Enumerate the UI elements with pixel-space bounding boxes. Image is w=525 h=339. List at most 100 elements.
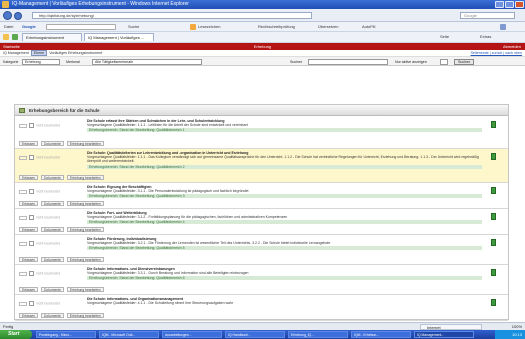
table-row: nicht bearbeitet Die Schule: Qualitätskri… [15, 149, 508, 183]
suchen-button[interactable]: Suchen [454, 59, 475, 65]
row-checkbox[interactable] [29, 215, 34, 220]
row-actions: Erfassen Dokumente Erhebung bearbeiten [19, 175, 107, 180]
kategorie-select[interactable]: Erhebung [22, 59, 60, 65]
document-icon[interactable] [491, 269, 496, 276]
table-row: nicht bearbeitet Die Schule: Förderung, I… [15, 235, 508, 265]
suchen-label: Suchen [290, 60, 303, 64]
tab-erhebungsinstrument[interactable]: Erhebungsinstrument [22, 33, 82, 41]
row-text: Vorgeschlagene Qualitätsfelder: 1.1.1 - … [87, 155, 479, 164]
erfassen-button[interactable]: Erfassen [19, 141, 39, 146]
bearbeiten-button[interactable]: Erhebung bearbeiten [66, 287, 104, 292]
panel-icon [19, 108, 25, 113]
dokumente-button[interactable]: Dokumente [41, 257, 64, 262]
row-checkbox[interactable] [29, 241, 34, 246]
panel-title: Erhebungsbereich für die Schule [29, 108, 100, 113]
taskbar-item[interactable]: IQ Management... [414, 331, 474, 338]
zoom-level[interactable]: 100% [512, 323, 522, 330]
taskbar-item[interactable]: Posteingang - Micro... [36, 331, 96, 338]
settings-icon[interactable] [500, 24, 506, 30]
row-progress-bar: Erhebungsbereich: Stand der Bearbeitung:… [87, 276, 482, 281]
favorites-star-icon[interactable] [3, 34, 9, 40]
bearbeiten-button[interactable]: Erhebung bearbeiten [66, 227, 104, 232]
start-button[interactable]: Start [0, 330, 32, 339]
search-input[interactable]: Google [460, 12, 515, 19]
toolbar-search-field[interactable] [46, 24, 116, 30]
row-checkbox[interactable] [29, 123, 34, 128]
kategorie-label: Kategorie [3, 60, 19, 64]
taskbar-item[interactable]: Ausarbeitungen... [162, 331, 222, 338]
row-actions: Erfassen Dokumente Erhebung bearbeiten [19, 201, 107, 206]
tab-iq-management[interactable]: IQ Management | Vorläufiges ... [84, 33, 154, 41]
dokumente-button[interactable]: Dokumente [41, 201, 64, 206]
status-indicator [19, 215, 27, 220]
merkmal-select[interactable]: Alle Tätigkeitsmerkmale [92, 59, 202, 65]
close-button[interactable] [515, 1, 524, 8]
status-label: nicht bearbeitet [36, 189, 60, 194]
erfassen-button[interactable]: Erfassen [19, 313, 39, 318]
erfassen-button[interactable]: Erfassen [19, 175, 39, 180]
bearbeiten-button[interactable]: Erhebung bearbeiten [66, 313, 104, 318]
toolbar-uebersetzen[interactable]: Übersetzen [318, 24, 338, 30]
bearbeiten-button[interactable]: Erhebung bearbeiten [66, 201, 104, 206]
system-tray: 10:13 [495, 330, 525, 339]
toolbar-seite[interactable]: Seite [440, 34, 449, 40]
taskbar-item[interactable]: IQ Handbuch... [225, 331, 285, 338]
back-button[interactable] [3, 11, 12, 20]
dokumente-button[interactable]: Dokumente [41, 313, 64, 318]
row-actions: Erfassen Dokumente Erhebung bearbeiten [19, 287, 107, 292]
document-icon[interactable] [491, 299, 496, 306]
suchen-input[interactable] [308, 59, 388, 65]
taskbar-item[interactable]: Erhebung_IQ... [288, 331, 348, 338]
row-progress-bar: Erhebungsbereich: Stand der Bearbeitung:… [87, 246, 482, 251]
breadcrumb-root[interactable]: IQ Management [3, 51, 29, 55]
row-description: Die Schule: Informations- und Organisati… [87, 297, 482, 305]
document-icon[interactable] [491, 187, 496, 194]
toolbar-google[interactable]: Google [22, 24, 36, 30]
status-indicator [19, 241, 27, 246]
dokumente-button[interactable]: Dokumente [41, 141, 64, 146]
minimize-button[interactable] [495, 1, 504, 8]
table-row: nicht bearbeitet Die Schule: Eignung der … [15, 183, 508, 209]
toolbar-extras[interactable]: Extras [480, 34, 491, 40]
nur-aktive-checkbox[interactable] [440, 59, 448, 65]
document-icon[interactable] [491, 121, 496, 128]
table-row: nicht bearbeitet Die Schule erfasst ihre … [15, 117, 508, 149]
menu-datei[interactable]: Datei [4, 24, 13, 30]
row-checkbox[interactable] [29, 189, 34, 194]
status-label: nicht bearbeitet [36, 241, 60, 246]
row-checkbox[interactable] [29, 155, 34, 160]
bearbeiten-button[interactable]: Erhebung bearbeiten [66, 141, 104, 146]
maximize-button[interactable] [505, 1, 514, 8]
add-favorite-icon[interactable] [12, 34, 18, 40]
toolbar-suche[interactable]: Suche [128, 24, 139, 30]
row-checkbox[interactable] [29, 271, 34, 276]
dokumente-button[interactable]: Dokumente [41, 287, 64, 292]
row-description: Die Schule: Informations- und Dienstvere… [87, 267, 482, 281]
status-label: nicht bearbeitet [36, 215, 60, 220]
bearbeiten-button[interactable]: Erhebung bearbeiten [66, 175, 104, 180]
status-indicator [19, 301, 27, 306]
status-indicator [19, 271, 27, 276]
toolbar-lesezeichen[interactable]: Lesezeichen [198, 24, 220, 30]
erfassen-button[interactable]: Erfassen [19, 287, 39, 292]
logout-link[interactable]: Abmelden [503, 43, 521, 50]
taskbar-item[interactable]: IQM - Microsoft Outl... [99, 331, 159, 338]
document-icon[interactable] [491, 239, 496, 246]
erfassen-button[interactable]: Erfassen [19, 257, 39, 262]
toolbar-rechtschreibung[interactable]: Rechtschreibprüfung [258, 24, 295, 30]
forward-button[interactable] [14, 11, 22, 20]
dokumente-button[interactable]: Dokumente [41, 175, 64, 180]
toolbar-autofill[interactable]: AutoFill [362, 24, 375, 30]
address-bar[interactable]: http://iqbildung.de/iq/erhebung/ [32, 12, 312, 19]
erfassen-button[interactable]: Erfassen [19, 201, 39, 206]
taskbar-item[interactable]: IQM - Erhebun... [351, 331, 411, 338]
row-actions: Erfassen Dokumente Erhebung bearbeiten [19, 313, 107, 318]
dokumente-button[interactable]: Dokumente [41, 227, 64, 232]
document-icon[interactable] [491, 213, 496, 220]
bearbeiten-button[interactable]: Erhebung bearbeiten [66, 257, 104, 262]
table-row: nicht bearbeitet Die Schule: Fort- und We… [15, 209, 508, 235]
document-icon[interactable] [491, 153, 496, 160]
row-checkbox[interactable] [29, 301, 34, 306]
star-icon[interactable] [190, 24, 196, 30]
erfassen-button[interactable]: Erfassen [19, 227, 39, 232]
